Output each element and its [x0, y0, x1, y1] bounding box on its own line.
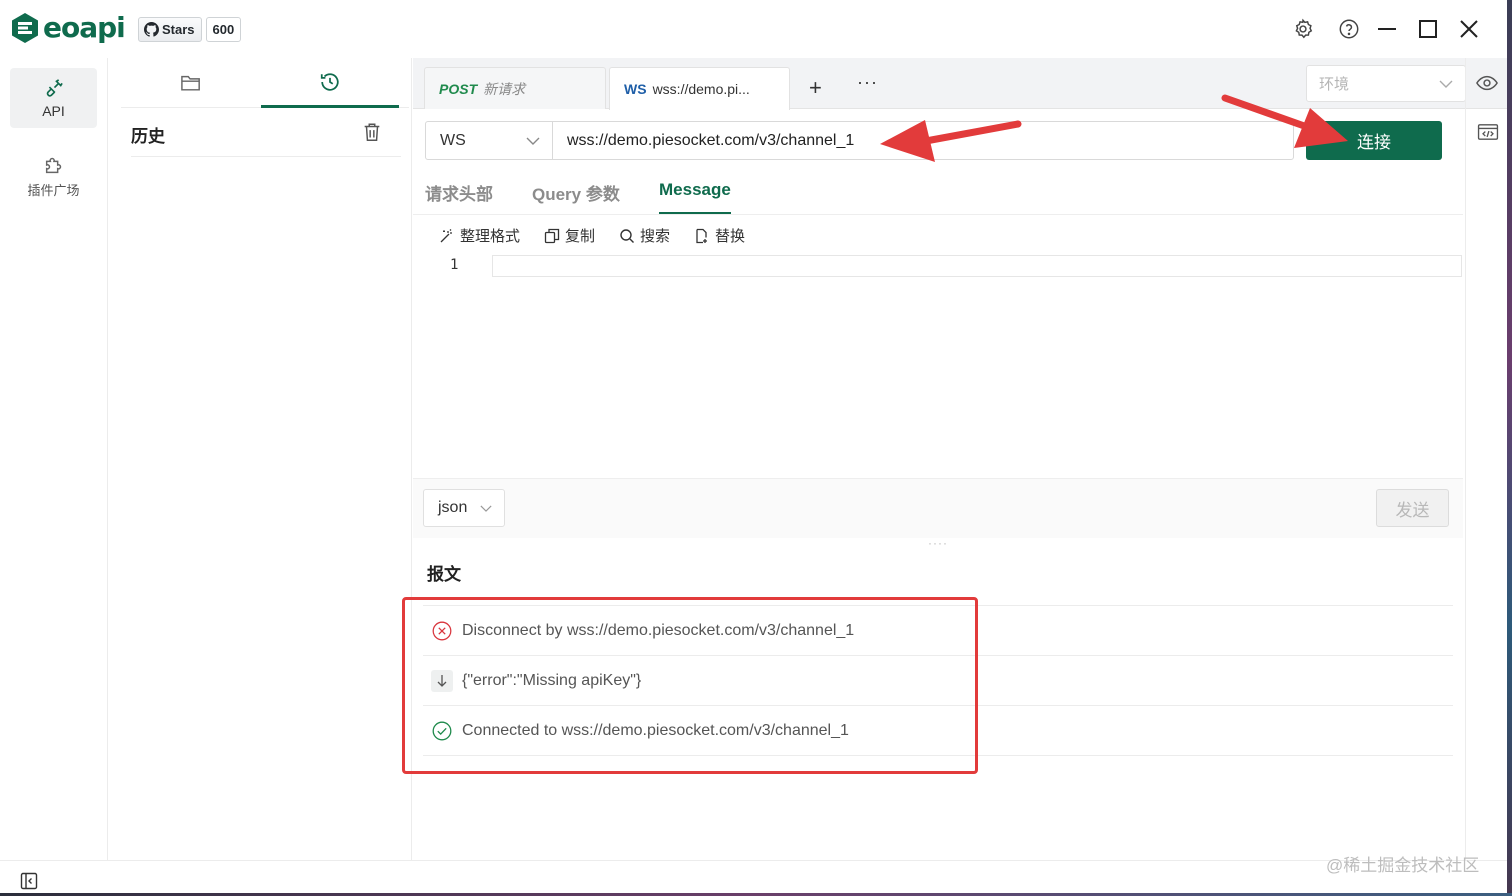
tab-request-ws[interactable]: WS wss://demo.pi... [609, 67, 790, 110]
message-editor: 整理格式 复制 搜索 替换 1 [413, 214, 1463, 478]
search-button[interactable]: 搜索 [619, 225, 670, 246]
method-badge: POST [439, 80, 478, 97]
toggle-sidebar-button[interactable] [20, 872, 38, 893]
nav-item-api[interactable]: API [10, 68, 97, 128]
env-preview-button[interactable] [1466, 58, 1507, 109]
watermark: @稀土掘金技术社区 [1326, 856, 1480, 875]
code-view-button[interactable] [1477, 123, 1499, 146]
tab-query-params[interactable]: Query 参数 [532, 180, 620, 214]
copy-label: 复制 [565, 228, 596, 245]
request-tabs-bar: POST 新请求 WS wss://demo.pi... + ··· 环境 [413, 58, 1466, 110]
title-bar: eoapi Stars 600 [0, 0, 1507, 58]
maximize-button[interactable] [1415, 16, 1441, 42]
chevron-down-icon [480, 505, 492, 512]
search-label: 搜索 [640, 228, 671, 245]
help-icon [1339, 19, 1359, 39]
sidebar-toggle-icon [20, 872, 38, 890]
nav-item-plugins[interactable]: 插件广场 [10, 146, 97, 206]
tab-history[interactable] [261, 58, 399, 108]
tab-message[interactable]: Message [659, 180, 731, 214]
url-input[interactable]: wss://demo.piesocket.com/v3/channel_1 [552, 121, 1294, 160]
copy-button[interactable]: 复制 [544, 225, 595, 246]
connect-button[interactable]: 连接 [1306, 121, 1442, 160]
desktop-edge [1507, 0, 1512, 896]
close-icon [1460, 20, 1478, 38]
environment-select[interactable]: 环境 [1306, 65, 1466, 102]
editor-toolbar: 整理格式 复制 搜索 替换 [439, 225, 745, 246]
message-footer: json 发送 [413, 478, 1463, 538]
replace-icon [696, 228, 708, 243]
tab-title: wss://demo.pi... [652, 81, 750, 97]
chevron-down-icon [1439, 80, 1453, 88]
search-icon [620, 228, 635, 243]
more-tabs-button[interactable]: ··· [857, 72, 878, 93]
history-icon [320, 72, 339, 91]
minimize-icon [1378, 28, 1396, 30]
protocol-value: WS [440, 131, 466, 149]
history-sidebar: 历史 [109, 58, 412, 860]
replace-label: 替换 [715, 228, 746, 245]
format-button[interactable]: 整理格式 [439, 225, 520, 246]
tab-headers[interactable]: 请求头部 [425, 180, 493, 214]
github-stars[interactable]: Stars 600 [138, 17, 242, 42]
method-badge: WS [624, 81, 647, 97]
puzzle-icon [45, 157, 61, 173]
divider [131, 156, 401, 157]
clear-history-button[interactable] [361, 121, 383, 148]
help-button[interactable] [1336, 16, 1362, 42]
status-bar [0, 860, 1507, 893]
plug-icon [46, 79, 63, 97]
message-input-line[interactable] [492, 255, 1462, 277]
tab-title: 新请求 [483, 80, 526, 97]
gear-icon [1295, 18, 1313, 39]
stars-label: Stars [162, 22, 195, 37]
magic-wand-icon [440, 228, 452, 242]
format-value: json [438, 499, 468, 516]
tab-request-post[interactable]: POST 新请求 [424, 67, 606, 109]
history-title: 历史 [131, 127, 165, 146]
logo-mark-icon [12, 13, 38, 43]
code-icon [1477, 124, 1499, 140]
sidebar-tabs [121, 58, 409, 108]
resize-handle[interactable]: ···· [928, 536, 948, 550]
add-tab-button[interactable]: + [809, 75, 822, 101]
eye-icon [1476, 75, 1498, 91]
nav-item-label: API [42, 103, 65, 119]
right-tool-column [1465, 58, 1507, 860]
format-label: 整理格式 [460, 228, 521, 245]
app-window: eoapi Stars 600 API 插件广场 历史 POST 新请求 WS … [0, 0, 1507, 893]
maximize-icon [1419, 20, 1437, 38]
settings-button[interactable] [1290, 16, 1316, 42]
folder-icon [181, 75, 200, 91]
protocol-select[interactable]: WS [425, 121, 553, 160]
trash-icon [364, 123, 380, 141]
github-icon [144, 22, 159, 37]
format-select[interactable]: json [423, 489, 505, 527]
app-logo: eoapi [10, 11, 126, 44]
send-button[interactable]: 发送 [1376, 489, 1449, 527]
environment-placeholder: 环境 [1319, 76, 1350, 93]
log-title: 报文 [427, 565, 461, 584]
tab-collections[interactable] [121, 58, 261, 108]
stars-count[interactable]: 600 [205, 17, 242, 42]
line-number: 1 [450, 257, 459, 273]
left-nav: API 插件广场 [0, 58, 108, 860]
minimize-button[interactable] [1374, 16, 1400, 42]
replace-button[interactable]: 替换 [694, 225, 745, 246]
logo-text: eoapi [43, 11, 126, 44]
copy-icon [544, 228, 560, 243]
github-stars-button[interactable]: Stars [138, 17, 202, 42]
chevron-down-icon [526, 137, 540, 145]
close-button[interactable] [1456, 16, 1482, 42]
annotation-highlight-box [402, 597, 978, 774]
nav-item-label: 插件广场 [27, 182, 80, 198]
